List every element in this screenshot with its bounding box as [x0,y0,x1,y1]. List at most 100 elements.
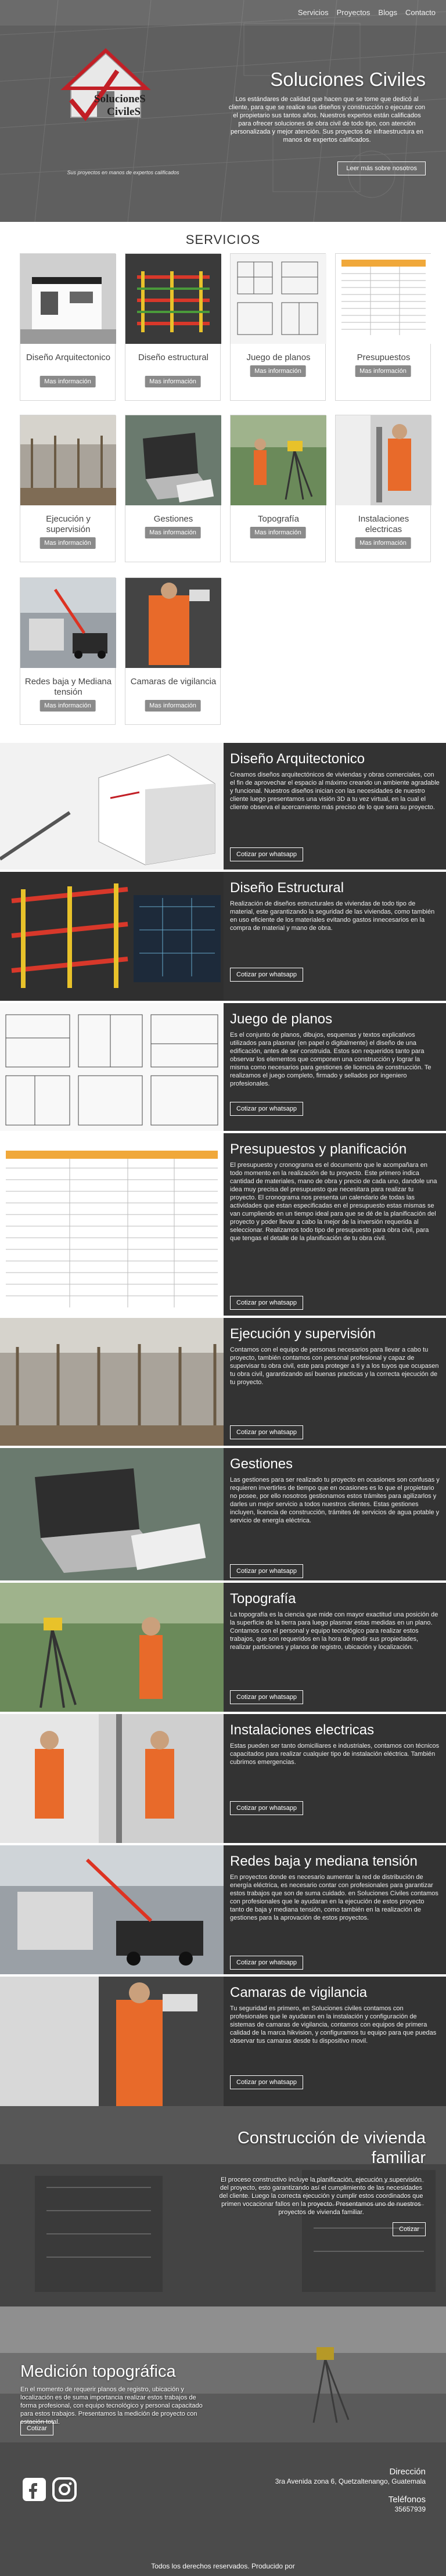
topografia-cotizar-button[interactable]: Cotizar [20,2421,53,2435]
service-detail-row: Gestiones Las gestiones para ser realizad… [0,1446,446,1580]
more-info-button[interactable]: Mas información [39,700,96,712]
more-info-button[interactable]: Mas información [145,527,201,538]
service-card-title: Redes baja y Mediana tensión [24,677,112,697]
service-detail-image [0,1977,224,2106]
budget-table-image [336,254,431,344]
service-detail-row: Camaras de vigilancia Tu seguridad es pri… [0,1974,446,2106]
service-detail-image [0,1448,224,1580]
vivienda-text: El proceso constructivo incluye la plani… [219,2176,423,2216]
service-card: Diseño estructural Mas información [125,253,221,401]
service-detail-text: En proyectos donde es necesario aumentar… [230,1874,438,1921]
service-detail-row: Diseño Arquitectonico Creamos diseños arq… [0,741,446,870]
service-detail-title: Camaras de vigilancia [230,1985,368,2000]
service-detail-text: Es el conjunto de planos, dibujos, esque… [230,1032,431,1087]
laptop-desk-image [125,415,221,505]
whatsapp-quote-button[interactable]: Cotizar por whatsapp [230,968,303,982]
more-info-button[interactable]: Mas información [250,365,306,377]
service-detail-row: Redes baja y mediana tensión En proyectos… [0,1843,446,1974]
nav-item-blogs[interactable]: Blogs [378,8,397,17]
service-card-title: Presupuestos [357,353,411,362]
camera-install-image [125,578,221,668]
nav-item-proyectos[interactable]: Proyectos [337,8,371,17]
more-info-button[interactable]: Mas información [39,376,96,387]
hero-tagline: Sus proyectos en manos de expertos calif… [67,170,179,175]
service-card: Topografía Mas información [230,415,326,562]
hero-about-button[interactable]: Leer más sobre nosotros [337,161,426,175]
service-detail-title: Redes baja y mediana tensión [230,1853,418,1869]
nav-item-servicios[interactable]: Servicios [298,8,329,17]
service-card: Instalaciones electricas Mas información [335,415,431,562]
whatsapp-quote-button[interactable]: Cotizar por whatsapp [230,1801,303,1815]
surveyor-image [231,415,326,505]
phone-title: Teléfonos [388,2495,426,2505]
power-crane-image [20,578,116,668]
more-info-button[interactable]: Mas información [39,537,96,549]
nav-item-contacto[interactable]: Contacto [405,8,436,17]
hero-title: Soluciones Civiles [270,69,426,90]
service-detail-row: Ejecución y supervisión Contamos con el e… [0,1316,446,1446]
vivienda-cotizar-button[interactable]: Cotizar [393,2222,426,2236]
more-info-button[interactable]: Mas información [355,537,411,549]
service-card: Presupuestos Mas información [335,253,431,401]
facebook-icon[interactable] [22,2477,46,2502]
more-info-button[interactable]: Mas información [355,365,411,377]
service-card: Ejecución y supervisión Mas información [20,415,116,562]
service-detail-title: Gestiones [230,1456,293,1472]
service-card-title: Camaras de vigilancia [130,677,217,687]
service-detail-text: Las gestiones para ser realizado tu proy… [230,1476,440,1524]
more-info-button[interactable]: Mas información [145,376,201,387]
electrician-image [336,415,431,505]
service-detail-title: Diseño Arquitectonico [230,751,365,767]
service-detail-image [0,1583,224,1712]
service-card-title: Ejecución y supervisión [46,514,91,534]
service-card-title: Diseño estructural [138,353,208,362]
whatsapp-quote-button[interactable]: Cotizar por whatsapp [230,1564,303,1578]
service-card: Gestiones Mas información [125,415,221,562]
whatsapp-quote-button[interactable]: Cotizar por whatsapp [230,1425,303,1439]
copyright: Todos los derechos reservados. Producido… [151,2562,295,2570]
vivienda-section: Construcción de vivienda familiar El pro… [0,2106,446,2306]
service-detail-title: Instalaciones electricas [230,1722,375,1738]
blueprint-sheet-image [231,254,326,344]
more-info-button[interactable]: Mas información [250,527,306,538]
whatsapp-quote-button[interactable]: Cotizar por whatsapp [230,1102,303,1116]
service-detail-image [0,1133,224,1316]
service-card: Redes baja y Mediana tensión Mas informac… [20,577,116,725]
service-detail-image [0,872,224,1001]
page: Servicios Proyectos Blogs Contacto Soluc… [0,0,446,2576]
service-card-title: Instalaciones electricas [358,514,409,534]
more-info-button[interactable]: Mas información [145,700,201,712]
service-detail-image [0,1714,224,1843]
whatsapp-quote-button[interactable]: Cotizar por whatsapp [230,1956,303,1970]
whatsapp-quote-button[interactable]: Cotizar por whatsapp [230,2075,303,2089]
topografia-title: Medición topográfica [20,2362,176,2381]
whatsapp-quote-button[interactable]: Cotizar por whatsapp [230,847,303,861]
architecture-photo-image [20,254,116,344]
service-card-title: Juego de planos [246,353,311,362]
address-title: Dirección [389,2467,426,2477]
service-detail-text: Creamos diseños arquitectónicos de vivie… [230,771,440,811]
service-card: Camaras de vigilancia Mas información [125,577,221,725]
instagram-icon[interactable] [52,2477,77,2502]
footer-contact: Dirección 3ra Avenida zona 6, Quetzalten… [275,2467,426,2514]
service-detail-row: Diseño Estructural Realización de diseños… [0,870,446,1001]
service-detail-image [0,743,224,870]
service-detail-text: Contamos con el equipo de personas neces… [230,1346,439,1386]
service-detail-title: Topografía [230,1591,296,1607]
hero-section: Servicios Proyectos Blogs Contacto Soluc… [0,0,446,222]
service-detail-title: Diseño Estructural [230,880,344,896]
service-detail-text: El presupuesto y cronograma es el docume… [230,1162,437,1242]
service-detail-title: Juego de planos [230,1011,333,1027]
service-card: Juego de planos Mas información [230,253,326,401]
structure-render-image [125,254,221,344]
service-card-title: Topografía [258,514,299,524]
house-logo-icon [60,48,151,121]
whatsapp-quote-button[interactable]: Cotizar por whatsapp [230,1690,303,1704]
social-links [22,2477,77,2502]
service-card-title: Gestiones [153,514,193,524]
service-detail-text: Estas pueden ser tanto domiciliares e in… [230,1743,440,1766]
logo-text-line2: CivileS [107,106,141,118]
phone-number[interactable]: 35657939 [275,2505,426,2514]
construction-site-image [20,415,116,505]
whatsapp-quote-button[interactable]: Cotizar por whatsapp [230,1296,303,1310]
